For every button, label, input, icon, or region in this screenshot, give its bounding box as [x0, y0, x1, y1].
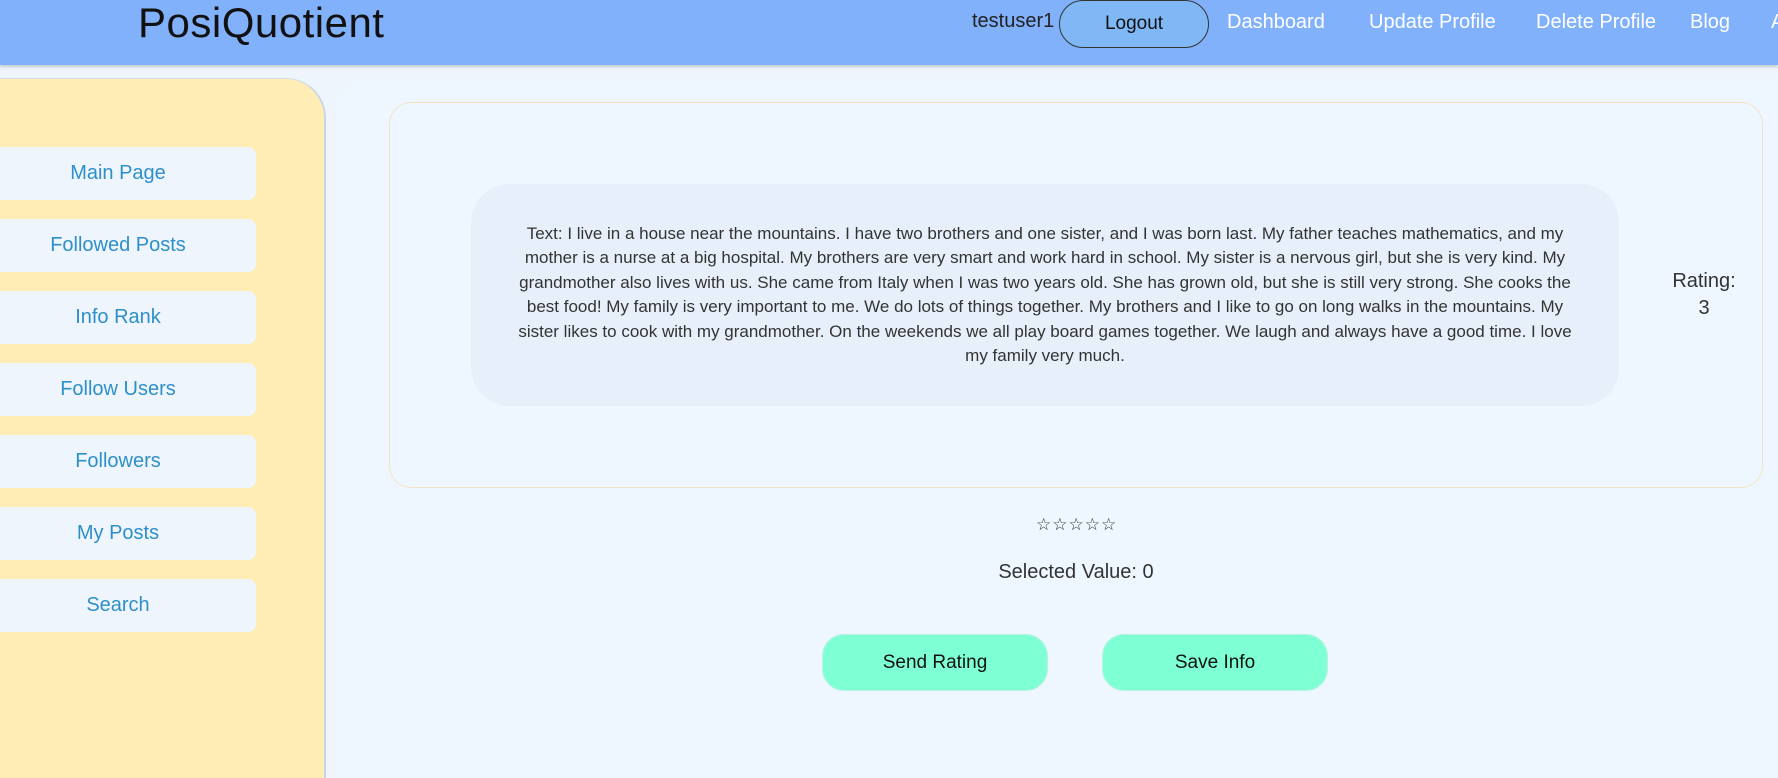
sidebar-item-follow-users[interactable]: Follow Users	[0, 363, 256, 416]
sidebar-item-followers[interactable]: Followers	[0, 435, 256, 488]
nav-link-blog[interactable]: Blog	[1690, 11, 1730, 34]
post-text: Text: I live in a house near the mountai…	[518, 223, 1572, 366]
star-rating-input[interactable]: ☆☆☆☆☆	[1036, 515, 1116, 535]
sidebar: Main Page Followed Posts Info Rank Follo…	[0, 78, 326, 778]
sidebar-item-search[interactable]: Search	[0, 579, 256, 632]
sidebar-item-info-rank[interactable]: Info Rank	[0, 291, 256, 344]
selected-value-text: Selected Value: 0	[998, 561, 1154, 583]
logout-button[interactable]: Logout	[1059, 0, 1209, 48]
nav-link-dashboard[interactable]: Dashboard	[1227, 11, 1325, 34]
post-rating: Rating: 3	[1660, 268, 1748, 322]
sidebar-item-main-page[interactable]: Main Page	[0, 147, 256, 200]
top-navigation-bar: PosiQuotient testuser1 Logout Dashboard …	[0, 0, 1778, 65]
nav-link-delete-profile[interactable]: Delete Profile	[1536, 11, 1656, 34]
send-rating-button[interactable]: Send Rating	[822, 634, 1048, 691]
nav-link-truncated[interactable]: A	[1771, 11, 1778, 34]
nav-link-update-profile[interactable]: Update Profile	[1369, 11, 1496, 34]
nav-menu: testuser1 Logout Dashboard Update Profil…	[0, 0, 1778, 50]
sidebar-item-followed-posts[interactable]: Followed Posts	[0, 219, 256, 272]
post-text-box: Text: I live in a house near the mountai…	[471, 184, 1619, 406]
post-rating-value: 3	[1698, 297, 1710, 319]
sidebar-item-my-posts[interactable]: My Posts	[0, 507, 256, 560]
username-label: testuser1	[972, 10, 1055, 32]
post-rating-label: Rating:	[1672, 270, 1736, 292]
save-info-button[interactable]: Save Info	[1102, 634, 1328, 691]
